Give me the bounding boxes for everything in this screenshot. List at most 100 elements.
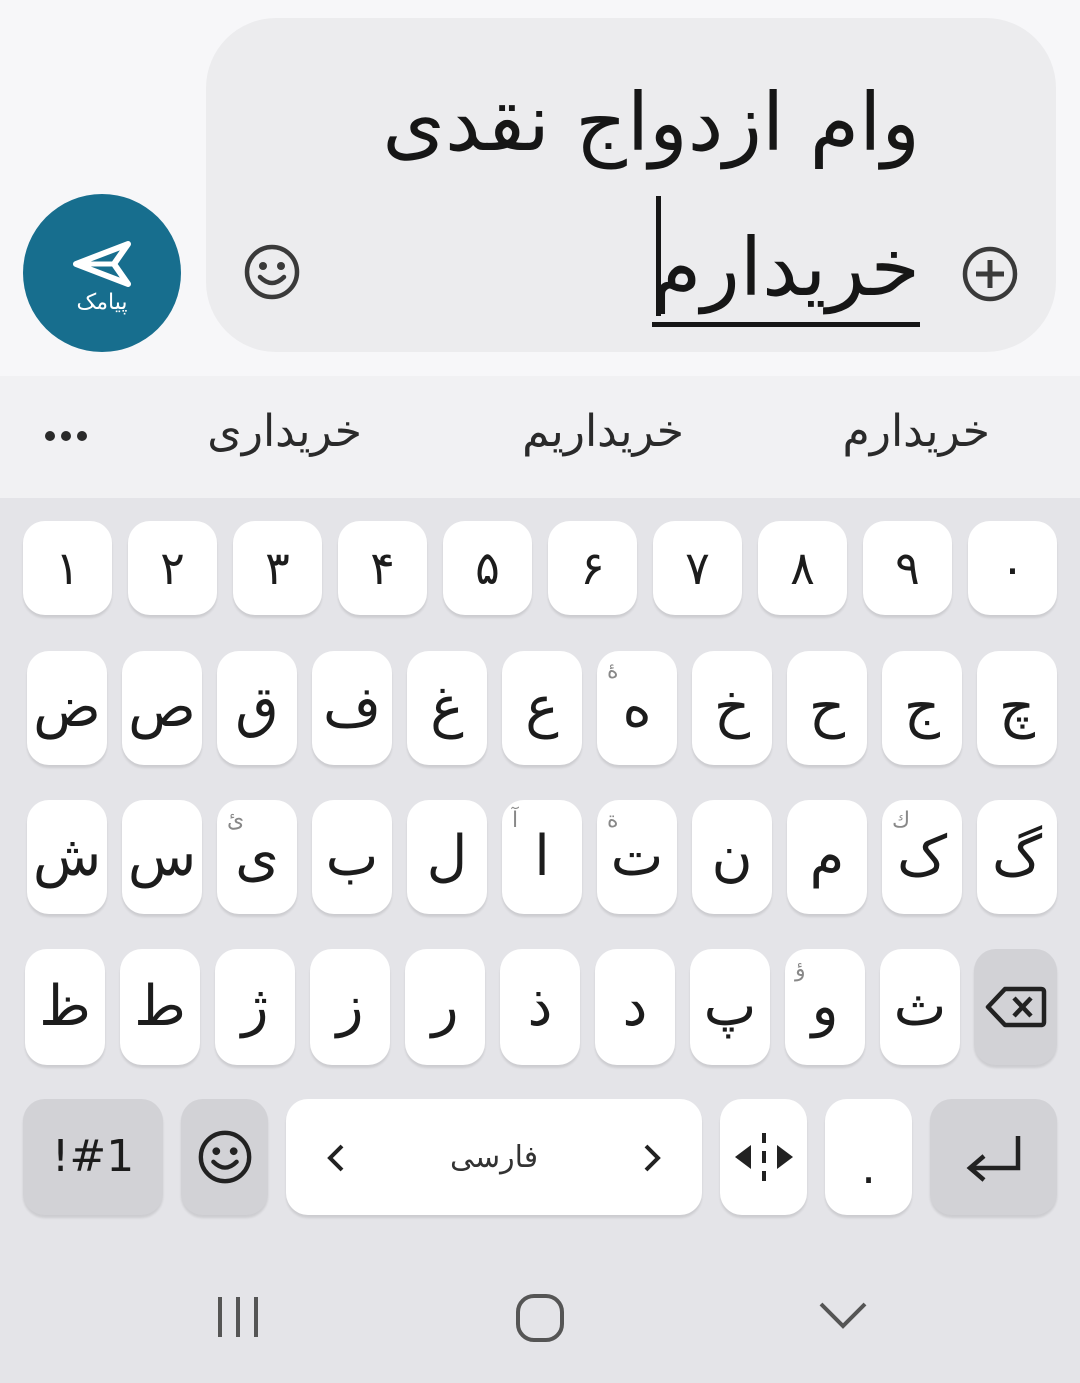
key-label: ل [426,824,468,889]
period-key[interactable]: . [825,1099,912,1215]
home-icon[interactable] [514,1292,566,1344]
key-label: ا [534,824,550,889]
key-label: ر [431,974,459,1039]
suggestion-item[interactable]: خریداری [207,406,362,457]
letter-key[interactable]: ش [27,800,107,914]
backspace-icon [985,986,1046,1028]
letter-key[interactable]: ض [27,651,107,765]
letter-key[interactable]: وؤ [785,949,865,1065]
letter-key[interactable]: ج [882,651,962,765]
letter-key[interactable]: د [595,949,675,1065]
navigation-bar [0,1238,1080,1383]
letter-key[interactable]: چ [977,651,1057,765]
number-key[interactable]: ۴ [338,521,427,615]
key-label: ط [134,974,186,1039]
letter-key[interactable]: ذ [500,949,580,1065]
letter-key[interactable]: ق [217,651,297,765]
key-label: س [127,824,197,889]
recents-icon[interactable] [214,1293,262,1341]
number-key[interactable]: ۲ [128,521,217,615]
number-key[interactable]: ۷ [653,521,742,615]
key-alt-label: ة [607,808,619,833]
suggestion-strip: خریدارم خریداریم خریداری [0,376,1080,498]
letter-key[interactable]: ح [787,651,867,765]
letter-key[interactable]: ن [692,800,772,914]
letter-key[interactable]: خ [692,651,772,765]
key-label: م [809,824,845,889]
key-label: ۶ [580,541,605,595]
space-key-label: فارسی [449,1139,539,1175]
enter-key[interactable] [930,1099,1057,1215]
letter-key[interactable]: ر [405,949,485,1065]
cursor-move-key[interactable] [720,1099,807,1215]
letter-key[interactable]: اآ [502,800,582,914]
key-label: ز [336,974,364,1039]
key-label: ض [33,675,101,740]
key-label: ۵ [475,541,500,595]
key-label: ص [128,675,196,740]
key-label: ق [235,675,279,740]
key-alt-label: ۀ [607,659,619,684]
letter-key[interactable]: ع [502,651,582,765]
key-label: خ [713,675,751,740]
letter-key[interactable]: ص [122,651,202,765]
letter-key[interactable]: ط [120,949,200,1065]
text-cursor [656,196,661,316]
letter-key[interactable]: ژ [215,949,295,1065]
letter-key[interactable]: کك [882,800,962,914]
send-button-label: پیامک [76,289,128,315]
number-key[interactable]: ۸ [758,521,847,615]
back-icon[interactable] [818,1300,868,1332]
number-key[interactable]: ۰ [968,521,1057,615]
letter-key[interactable]: م [787,800,867,914]
number-key[interactable]: ۶ [548,521,637,615]
number-key[interactable]: ۵ [443,521,532,615]
letter-key[interactable]: ب [312,800,392,914]
key-label: ک [896,824,948,889]
backspace-key[interactable] [974,949,1057,1065]
letter-key[interactable]: ز [310,949,390,1065]
key-label: ع [525,675,559,740]
chevron-right-icon [644,1144,661,1172]
letter-key[interactable]: هۀ [597,651,677,765]
key-label: ظ [39,974,91,1039]
period-key-label: . [861,1140,876,1194]
number-key[interactable]: ۱ [23,521,112,615]
letter-key[interactable]: تة [597,800,677,914]
number-key[interactable]: ۹ [863,521,952,615]
letter-key[interactable]: پ [690,949,770,1065]
key-label: ی [235,824,279,889]
letter-key[interactable]: گ [977,800,1057,914]
key-label: ت [610,824,664,889]
letter-key[interactable]: س [122,800,202,914]
add-icon[interactable] [960,244,1020,304]
key-label: گ [991,824,1043,889]
key-label: ۷ [685,541,710,595]
key-label: ۹ [895,541,920,595]
send-icon [73,240,131,287]
letter-key[interactable]: ظ [25,949,105,1065]
emoji-key[interactable] [181,1099,268,1215]
number-key[interactable]: ۳ [233,521,322,615]
send-sms-button[interactable]: پیامک [23,194,181,352]
emoji-icon[interactable] [242,242,302,302]
enter-icon [966,1136,1020,1182]
letter-key[interactable]: ف [312,651,392,765]
key-label: ۸ [790,541,815,595]
more-icon[interactable] [44,428,88,444]
letter-key[interactable]: غ [407,651,487,765]
letter-key[interactable]: یئ [217,800,297,914]
symbols-key[interactable]: !#1 [23,1099,163,1215]
letter-key[interactable]: ل [407,800,487,914]
key-alt-label: ك [892,808,911,833]
space-key[interactable]: فارسی [286,1099,702,1215]
key-label: ۲ [160,541,185,595]
chevron-left-icon [327,1144,344,1172]
suggestion-item[interactable]: خریدارم [842,406,990,457]
key-alt-label: ؤ [795,957,806,982]
message-input-field[interactable]: وام ازدواج نقدی خریدارم [206,18,1056,352]
key-label: ن [711,824,753,889]
letter-key[interactable]: ث [880,949,960,1065]
suggestion-item[interactable]: خریداریم [522,406,684,457]
symbols-key-label: !#1 [51,1131,135,1182]
